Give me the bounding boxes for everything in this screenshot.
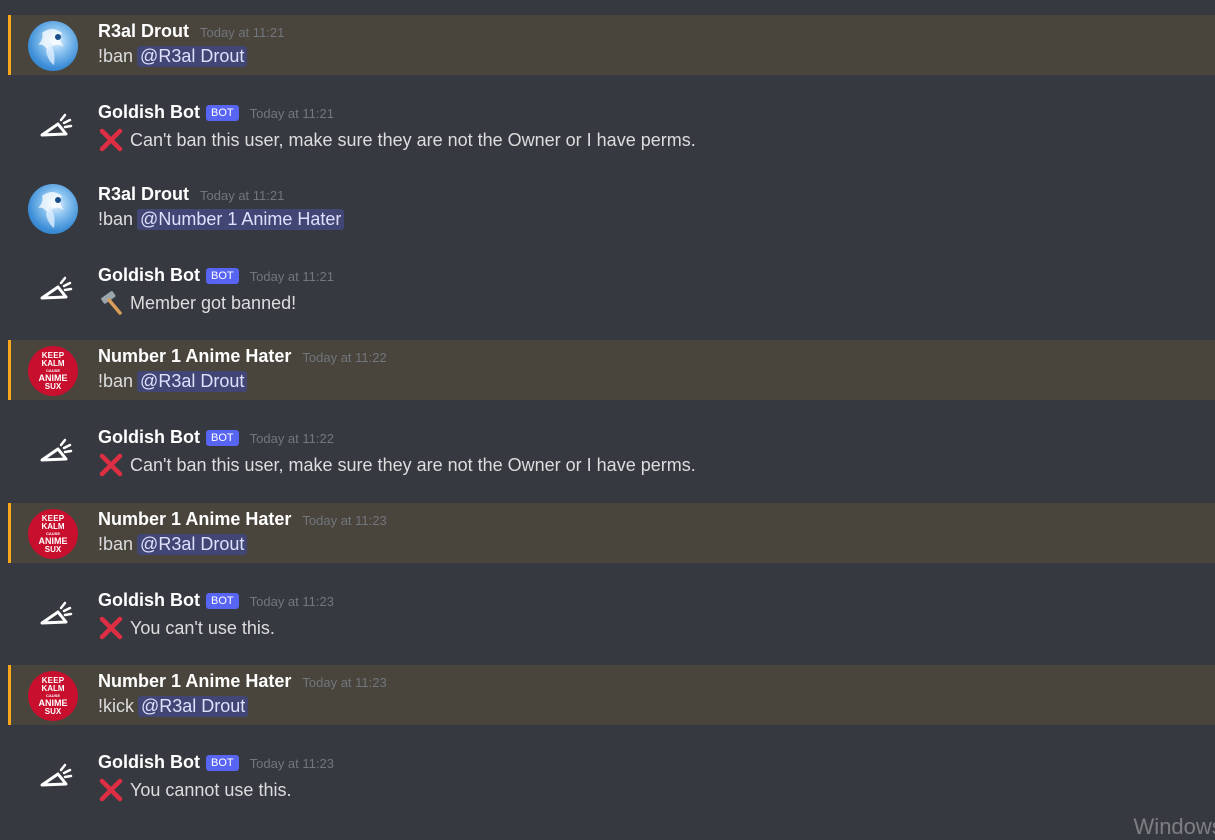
message-content: !ban @R3al Drout [98, 534, 248, 555]
message-content: Can't ban this user, make sure they are … [98, 452, 696, 478]
message-text: Can't ban this user, make sure they are … [130, 129, 696, 150]
hammer-icon [98, 290, 124, 316]
bot-badge: BOT [206, 268, 239, 284]
username[interactable]: Goldish Bot [98, 265, 200, 286]
bot-broom-icon [40, 438, 73, 462]
message-content: Can't ban this user, make sure they are … [98, 127, 696, 153]
message-7[interactable]: KEEP KALM CAUSE ANIME SUX Number 1 Anime… [8, 503, 1215, 563]
user-mention[interactable]: @R3al Drout [137, 534, 248, 555]
message-1[interactable]: R3al Drout Today at 11:21 !ban @R3al Dro… [8, 15, 1215, 75]
message-content: !ban @R3al Drout [98, 371, 248, 392]
message-content: Member got banned! [98, 290, 296, 316]
chat-messages: R3al Drout Today at 11:21 !ban @R3al Dro… [0, 0, 1215, 839]
message-header: Number 1 Anime Hater Today at 11:23 [98, 509, 387, 531]
command-text: !kick [98, 696, 134, 716]
username[interactable]: Number 1 Anime Hater [98, 346, 291, 367]
message-4[interactable]: Goldish Bot BOT Today at 11:21 Member go… [8, 259, 1215, 319]
avatar[interactable]: KEEP KALM CAUSE ANIME SUX [28, 509, 78, 559]
message-text: Can't ban this user, make sure they are … [130, 454, 696, 475]
message-header: Number 1 Anime Hater Today at 11:23 [98, 671, 387, 693]
timestamp: Today at 11:22 [302, 350, 387, 365]
cross-mark-icon [98, 615, 124, 641]
timestamp: Today at 11:23 [249, 756, 334, 771]
cross-mark-icon [98, 777, 124, 803]
message-text: Member got banned! [130, 292, 297, 313]
message-text: You can't use this. [130, 617, 275, 638]
username[interactable]: Number 1 Anime Hater [98, 671, 291, 692]
message-9[interactable]: KEEP KALM CAUSE ANIME SUX Number 1 Anime… [8, 665, 1215, 725]
timestamp: Today at 11:21 [249, 106, 334, 121]
message-content: You can't use this. [98, 615, 275, 641]
bot-broom-icon [40, 113, 73, 137]
avatar[interactable] [28, 265, 78, 315]
command-text: !ban [98, 46, 134, 66]
message-header: Goldish Bot BOT Today at 11:22 [98, 427, 334, 449]
bot-badge: BOT [206, 430, 239, 446]
timestamp: Today at 11:22 [249, 431, 334, 446]
user-mention[interactable]: @R3al Drout [137, 46, 248, 67]
username[interactable]: R3al Drout [98, 184, 189, 205]
message-header: Goldish Bot BOT Today at 11:23 [98, 752, 334, 774]
avatar[interactable]: KEEP KALM CAUSE ANIME SUX [28, 671, 78, 721]
timestamp: Today at 11:23 [249, 594, 334, 609]
username[interactable]: Goldish Bot [98, 752, 200, 773]
windows-activation-watermark: Windows' [1133, 814, 1215, 839]
message-content: You cannot use this. [98, 777, 291, 803]
bot-badge: BOT [206, 593, 239, 609]
message-10[interactable]: Goldish Bot BOT Today at 11:23 You canno… [8, 746, 1215, 806]
username[interactable]: R3al Drout [98, 21, 189, 42]
avatar[interactable]: KEEP KALM CAUSE ANIME SUX [28, 346, 78, 396]
message-5[interactable]: KEEP KALM CAUSE ANIME SUX Number 1 Anime… [8, 340, 1215, 400]
command-text: !ban [98, 209, 134, 229]
user-mention[interactable]: @R3al Drout [137, 371, 248, 392]
avatar[interactable] [28, 102, 78, 152]
bot-badge: BOT [206, 755, 239, 771]
message-content: !ban @Number 1 Anime Hater [98, 209, 345, 230]
message-content: !kick @R3al Drout [98, 696, 249, 717]
username[interactable]: Goldish Bot [98, 102, 200, 123]
user-mention[interactable]: @R3al Drout [138, 696, 249, 717]
user-mention[interactable]: @Number 1 Anime Hater [137, 209, 345, 230]
message-header: Goldish Bot BOT Today at 11:21 [98, 265, 334, 287]
message-header: R3al Drout Today at 11:21 [98, 184, 284, 206]
message-header: Goldish Bot BOT Today at 11:21 [98, 102, 334, 124]
timestamp: Today at 11:21 [200, 188, 285, 203]
message-2[interactable]: Goldish Bot BOT Today at 11:21 Can't ban… [8, 96, 1215, 156]
message-header: Number 1 Anime Hater Today at 11:22 [98, 346, 387, 368]
message-header: Goldish Bot BOT Today at 11:23 [98, 590, 334, 612]
timestamp: Today at 11:23 [302, 675, 387, 690]
bot-broom-icon [40, 276, 73, 300]
message-text: You cannot use this. [130, 779, 292, 800]
avatar[interactable] [28, 21, 78, 71]
command-text: !ban [98, 371, 134, 391]
bot-broom-icon [40, 763, 73, 787]
top-divider [0, 0, 1215, 14]
bot-badge: BOT [206, 105, 239, 121]
username[interactable]: Goldish Bot [98, 590, 200, 611]
username[interactable]: Goldish Bot [98, 427, 200, 448]
timestamp: Today at 11:23 [302, 513, 387, 528]
avatar[interactable] [28, 590, 78, 640]
username[interactable]: Number 1 Anime Hater [98, 509, 291, 530]
cross-mark-icon [98, 127, 124, 153]
message-6[interactable]: Goldish Bot BOT Today at 11:22 Can't ban… [8, 421, 1215, 481]
message-3[interactable]: R3al Drout Today at 11:21 !ban @Number 1… [8, 178, 1215, 238]
timestamp: Today at 11:21 [249, 269, 334, 284]
avatar[interactable] [28, 752, 78, 802]
bot-broom-icon [40, 601, 73, 625]
timestamp: Today at 11:21 [200, 25, 285, 40]
message-content: !ban @R3al Drout [98, 46, 248, 67]
avatar[interactable] [28, 184, 78, 234]
message-header: R3al Drout Today at 11:21 [98, 21, 284, 43]
avatar[interactable] [28, 427, 78, 477]
message-8[interactable]: Goldish Bot BOT Today at 11:23 You can't… [8, 584, 1215, 644]
cross-mark-icon [98, 452, 124, 478]
command-text: !ban [98, 534, 134, 554]
